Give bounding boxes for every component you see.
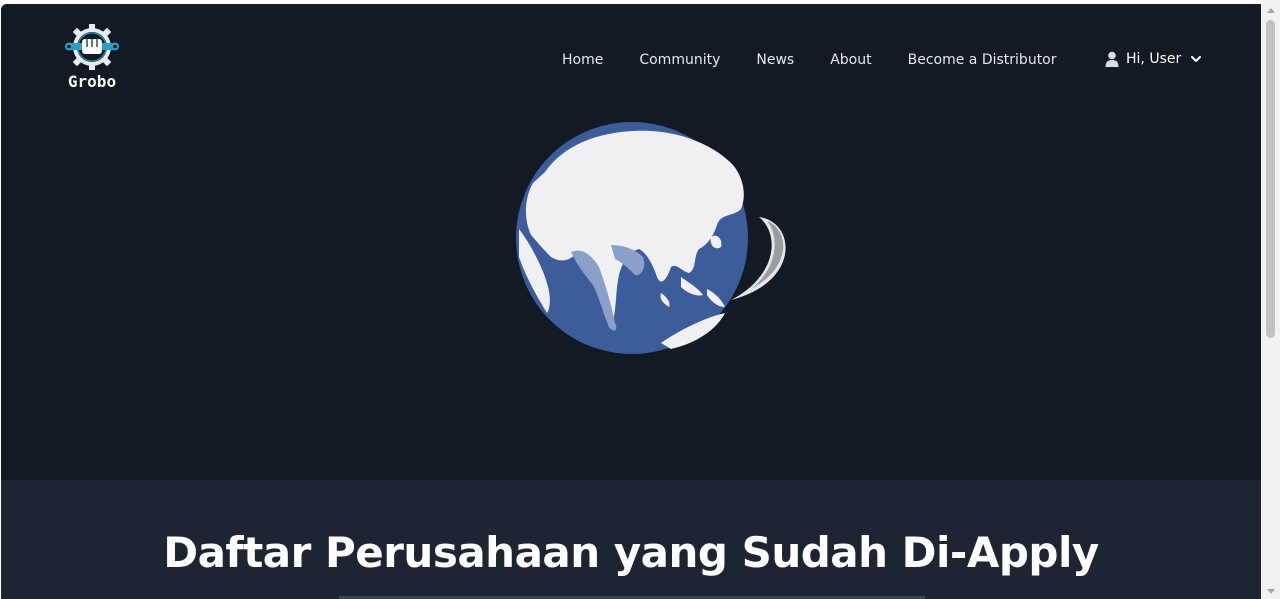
page-viewport: Grobo Home Community News About Become a… (1, 4, 1261, 599)
applied-companies-section: Daftar Perusahaan yang Sudah Di-Apply (1, 480, 1261, 599)
user-greeting: Hi, User (1126, 51, 1182, 67)
scrollbar-thumb[interactable] (1266, 20, 1275, 338)
brand-logo[interactable]: Grobo (63, 22, 121, 94)
globe-loader-icon (516, 122, 786, 354)
main-nav: Home Community News About Become a Distr… (562, 52, 1093, 68)
nav-news[interactable]: News (756, 52, 794, 68)
nav-become-distributor[interactable]: Become a Distributor (908, 52, 1057, 68)
scroll-up-arrow-icon[interactable] (1266, 6, 1276, 16)
page-scrollbar[interactable] (1262, 0, 1280, 599)
gear-fist-logo-icon (65, 24, 119, 70)
nav-community[interactable]: Community (639, 52, 720, 68)
section-title: Daftar Perusahaan yang Sudah Di-Apply (163, 528, 1099, 577)
nav-about[interactable]: About (830, 52, 871, 68)
nav-home[interactable]: Home (562, 52, 603, 68)
brand-name: Grobo (67, 72, 117, 91)
scroll-down-arrow-icon[interactable] (1266, 586, 1276, 596)
user-icon (1105, 51, 1119, 67)
user-menu-button[interactable]: Hi, User (1105, 51, 1202, 67)
chevron-down-icon (1191, 56, 1202, 62)
hero-section: Grobo Home Community News About Become a… (1, 4, 1261, 480)
